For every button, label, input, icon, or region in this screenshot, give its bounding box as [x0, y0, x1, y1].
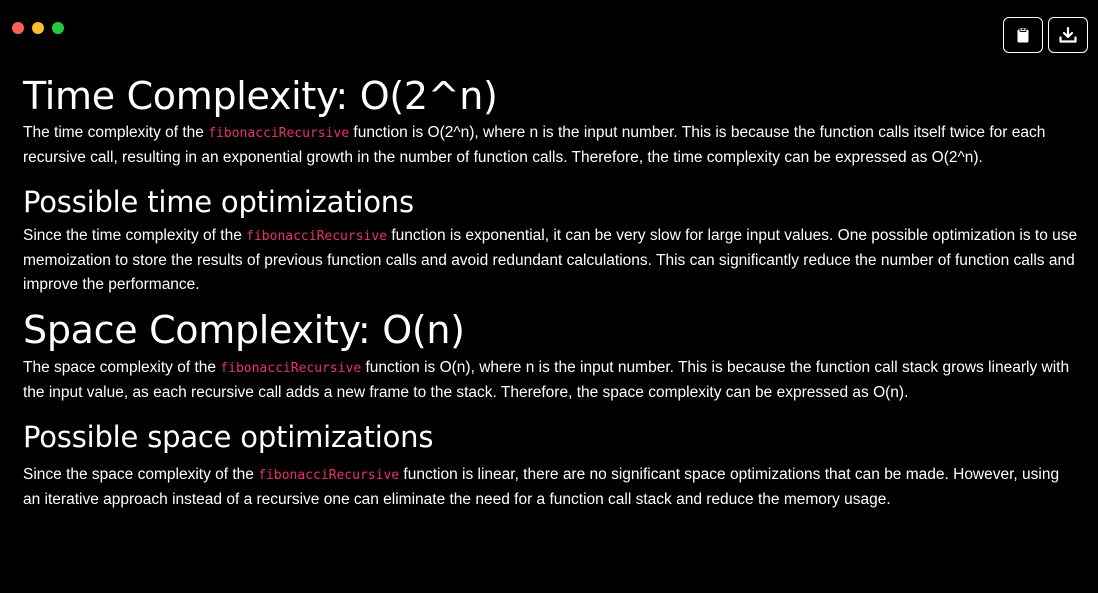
download-icon	[1059, 27, 1077, 43]
analysis-content: Time Complexity: O(2^n) The time complex…	[23, 73, 1078, 512]
text-segment: Since the space complexity of the	[23, 466, 259, 483]
inline-code: fibonacciRecursive	[220, 361, 362, 376]
download-button[interactable]	[1048, 17, 1088, 53]
inline-code: fibonacciRecursive	[258, 468, 400, 483]
inline-code: fibonacciRecursive	[208, 126, 350, 141]
toolbar	[1003, 17, 1088, 53]
time-optimizations-section: Possible time optimizations Since the ti…	[23, 184, 1078, 297]
time-optimizations-text: Since the time complexity of the fibonac…	[23, 224, 1078, 297]
space-complexity-text: The space complexity of the fibonacciRec…	[23, 356, 1078, 405]
space-optimizations-heading: Possible space optimizations	[23, 420, 434, 454]
space-complexity-section: Space Complexity: O(n) The space complex…	[23, 307, 1078, 405]
text-segment: The space complexity of the	[23, 359, 221, 376]
close-window-button[interactable]	[12, 22, 24, 34]
time-complexity-section: Time Complexity: O(2^n) The time complex…	[23, 73, 1078, 170]
time-complexity-text: The time complexity of the fibonacciRecu…	[23, 121, 1078, 170]
copy-button[interactable]	[1003, 17, 1043, 53]
space-optimizations-section: Possible space optimizations Since the s…	[23, 419, 1078, 512]
text-segment: The time complexity of the	[23, 124, 209, 141]
space-complexity-heading: Space Complexity: O(n)	[23, 308, 465, 352]
time-complexity-heading: Time Complexity: O(2^n)	[23, 74, 498, 118]
window-controls	[12, 22, 64, 34]
clipboard-icon	[1017, 27, 1029, 43]
minimize-window-button[interactable]	[32, 22, 44, 34]
inline-code: fibonacciRecursive	[246, 229, 388, 244]
maximize-window-button[interactable]	[52, 22, 64, 34]
time-optimizations-heading: Possible time optimizations	[23, 185, 414, 219]
text-segment: Since the time complexity of the	[23, 227, 247, 244]
space-optimizations-text: Since the space complexity of the fibona…	[23, 463, 1078, 512]
